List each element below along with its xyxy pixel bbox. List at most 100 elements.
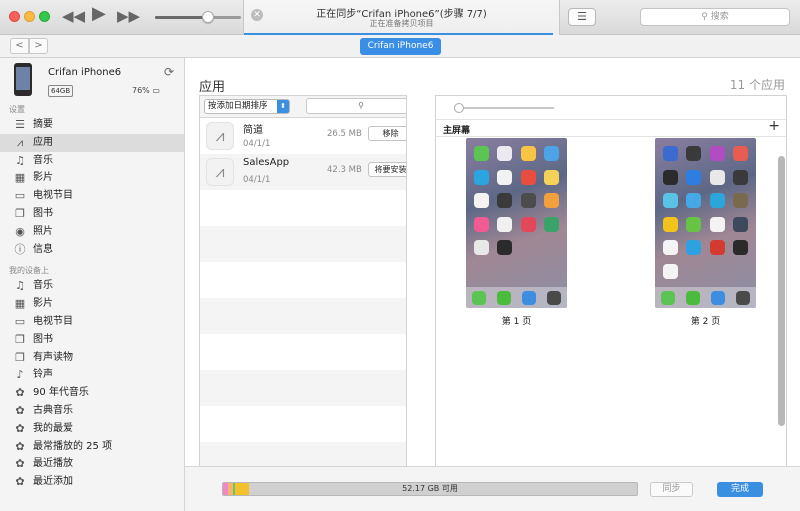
close-window-button[interactable] (9, 11, 20, 22)
zoom-knob[interactable] (454, 103, 464, 113)
app-tile[interactable] (540, 213, 563, 236)
app-tile[interactable] (470, 189, 493, 212)
app-tile[interactable] (517, 166, 540, 189)
app-date: 04/1/1 (243, 175, 271, 185)
app-search-field[interactable]: ⚲ (306, 98, 406, 114)
app-action-button[interactable]: 将要安装 (368, 162, 406, 177)
dock-app-icon[interactable] (471, 290, 486, 305)
dock-app-icon[interactable] (711, 290, 726, 305)
app-tile[interactable] (659, 260, 682, 283)
sidebar-item-device[interactable]: ♪ 铃声 (0, 366, 184, 384)
app-tile[interactable] (729, 236, 752, 259)
volume-slider[interactable] (155, 11, 241, 23)
sidebar-item-settings[interactable]: ▦ 影片 (0, 169, 184, 187)
sidebar-item-device[interactable]: ▭ 电视节目 (0, 313, 184, 331)
sidebar-item-device[interactable]: ✿ 最近播放 (0, 455, 184, 473)
sidebar-item-settings[interactable]: ♫ 音乐 (0, 152, 184, 170)
minimize-window-button[interactable] (24, 11, 35, 22)
home-screen-page[interactable] (466, 138, 567, 308)
list-icon[interactable]: ☰ (568, 8, 596, 26)
dock-app-icon[interactable] (660, 290, 675, 305)
sidebar-item-device[interactable]: ♫ 音乐 (0, 277, 184, 295)
sidebar-item-device[interactable]: ✿ 90 年代音乐 (0, 384, 184, 402)
app-tile[interactable] (493, 213, 516, 236)
dock-app-icon[interactable] (736, 290, 751, 305)
sync-button[interactable]: 同步 (650, 482, 693, 497)
sidebar-item-device[interactable]: ❐ 图书 (0, 331, 184, 349)
app-tile[interactable] (470, 236, 493, 259)
app-tile[interactable] (682, 236, 705, 259)
app-tile[interactable] (682, 213, 705, 236)
app-row[interactable]: ⩘ 简道 04/1/1 26.5 MB 移除 (200, 118, 406, 154)
storage-bar[interactable]: 52.17 GB 可用 (222, 482, 638, 496)
app-tile[interactable] (517, 189, 540, 212)
dock-app-icon[interactable] (496, 290, 511, 305)
app-tile[interactable] (729, 166, 752, 189)
zoom-window-button[interactable] (39, 11, 50, 22)
app-tile[interactable] (540, 142, 563, 165)
sidebar-item-settings[interactable]: ◉ 照片 (0, 223, 184, 241)
app-tile[interactable] (706, 236, 729, 259)
sort-select[interactable]: 按添加日期排序 ⬍ (204, 99, 290, 114)
scrollbar[interactable] (778, 156, 785, 426)
app-tile[interactable] (659, 142, 682, 165)
app-action-button[interactable]: 移除 (368, 126, 406, 141)
add-page-button[interactable]: + (768, 118, 780, 134)
sidebar-item-device[interactable]: ✿ 最近添加 (0, 473, 184, 491)
app-tile[interactable] (470, 142, 493, 165)
app-tile[interactable] (470, 213, 493, 236)
app-tile[interactable] (682, 189, 705, 212)
done-button[interactable]: 完成 (717, 482, 763, 497)
sidebar-item-device[interactable]: ▦ 影片 (0, 295, 184, 313)
sidebar-item-device[interactable]: ✿ 我的最爱 (0, 420, 184, 438)
volume-knob[interactable] (202, 11, 215, 23)
app-tile[interactable] (540, 189, 563, 212)
app-tile[interactable] (470, 166, 493, 189)
sidebar-item-label: 影片 (33, 298, 53, 310)
app-tile[interactable] (659, 236, 682, 259)
sidebar-item-device[interactable]: ✿ 最常播放的 25 项 (0, 438, 184, 456)
app-tile[interactable] (493, 236, 516, 259)
back-button[interactable]: < (10, 38, 29, 54)
sidebar-item-device[interactable]: ❐ 有声读物 (0, 349, 184, 367)
dock-app-icon[interactable] (547, 290, 562, 305)
dock-app-icon[interactable] (685, 290, 700, 305)
app-tile[interactable] (659, 189, 682, 212)
app-tile[interactable] (493, 189, 516, 212)
app-tile[interactable] (493, 166, 516, 189)
fast-forward-icon[interactable]: ▶▶ (117, 6, 140, 26)
sidebar-item-device[interactable]: ✿ 古典音乐 (0, 402, 184, 420)
search-field[interactable]: ⚲ 搜索 (640, 8, 790, 26)
device-button[interactable]: Crifan iPhone6 (360, 38, 441, 55)
app-size: 26.5 MB (327, 129, 362, 139)
app-tile[interactable] (729, 189, 752, 212)
app-tile[interactable] (659, 166, 682, 189)
app-tile[interactable] (706, 166, 729, 189)
sidebar-item-settings[interactable]: ⓘ 信息 (0, 241, 184, 259)
app-tile[interactable] (540, 166, 563, 189)
sidebar-item-settings[interactable]: ☰ 摘要 (0, 116, 184, 134)
rewind-icon[interactable]: ◀◀ (62, 6, 85, 26)
app-tile[interactable] (517, 213, 540, 236)
app-tile[interactable] (493, 142, 516, 165)
app-tile[interactable] (729, 213, 752, 236)
app-tile[interactable] (706, 189, 729, 212)
app-tile[interactable] (682, 166, 705, 189)
sync-icon[interactable]: ⟳ (164, 65, 174, 79)
app-tile[interactable] (706, 213, 729, 236)
zoom-slider[interactable] (454, 103, 554, 113)
sidebar-item-settings[interactable]: ❐ 图书 (0, 205, 184, 223)
app-tile[interactable] (659, 213, 682, 236)
app-tile[interactable] (706, 142, 729, 165)
sidebar-item-settings[interactable]: ▭ 电视节目 (0, 187, 184, 205)
home-screen-page[interactable] (655, 138, 756, 308)
scrollbar-thumb[interactable] (778, 156, 785, 426)
dock-app-icon[interactable] (522, 290, 537, 305)
app-tile[interactable] (729, 142, 752, 165)
forward-button[interactable]: > (29, 38, 48, 54)
app-row[interactable]: ⩘ SalesApp 04/1/1 42.3 MB 将要安装 (200, 154, 406, 190)
app-tile[interactable] (517, 142, 540, 165)
app-tile[interactable] (682, 142, 705, 165)
sidebar-item-settings[interactable]: ⩘ 应用 (0, 133, 184, 152)
play-icon[interactable]: ▶ (92, 4, 106, 24)
